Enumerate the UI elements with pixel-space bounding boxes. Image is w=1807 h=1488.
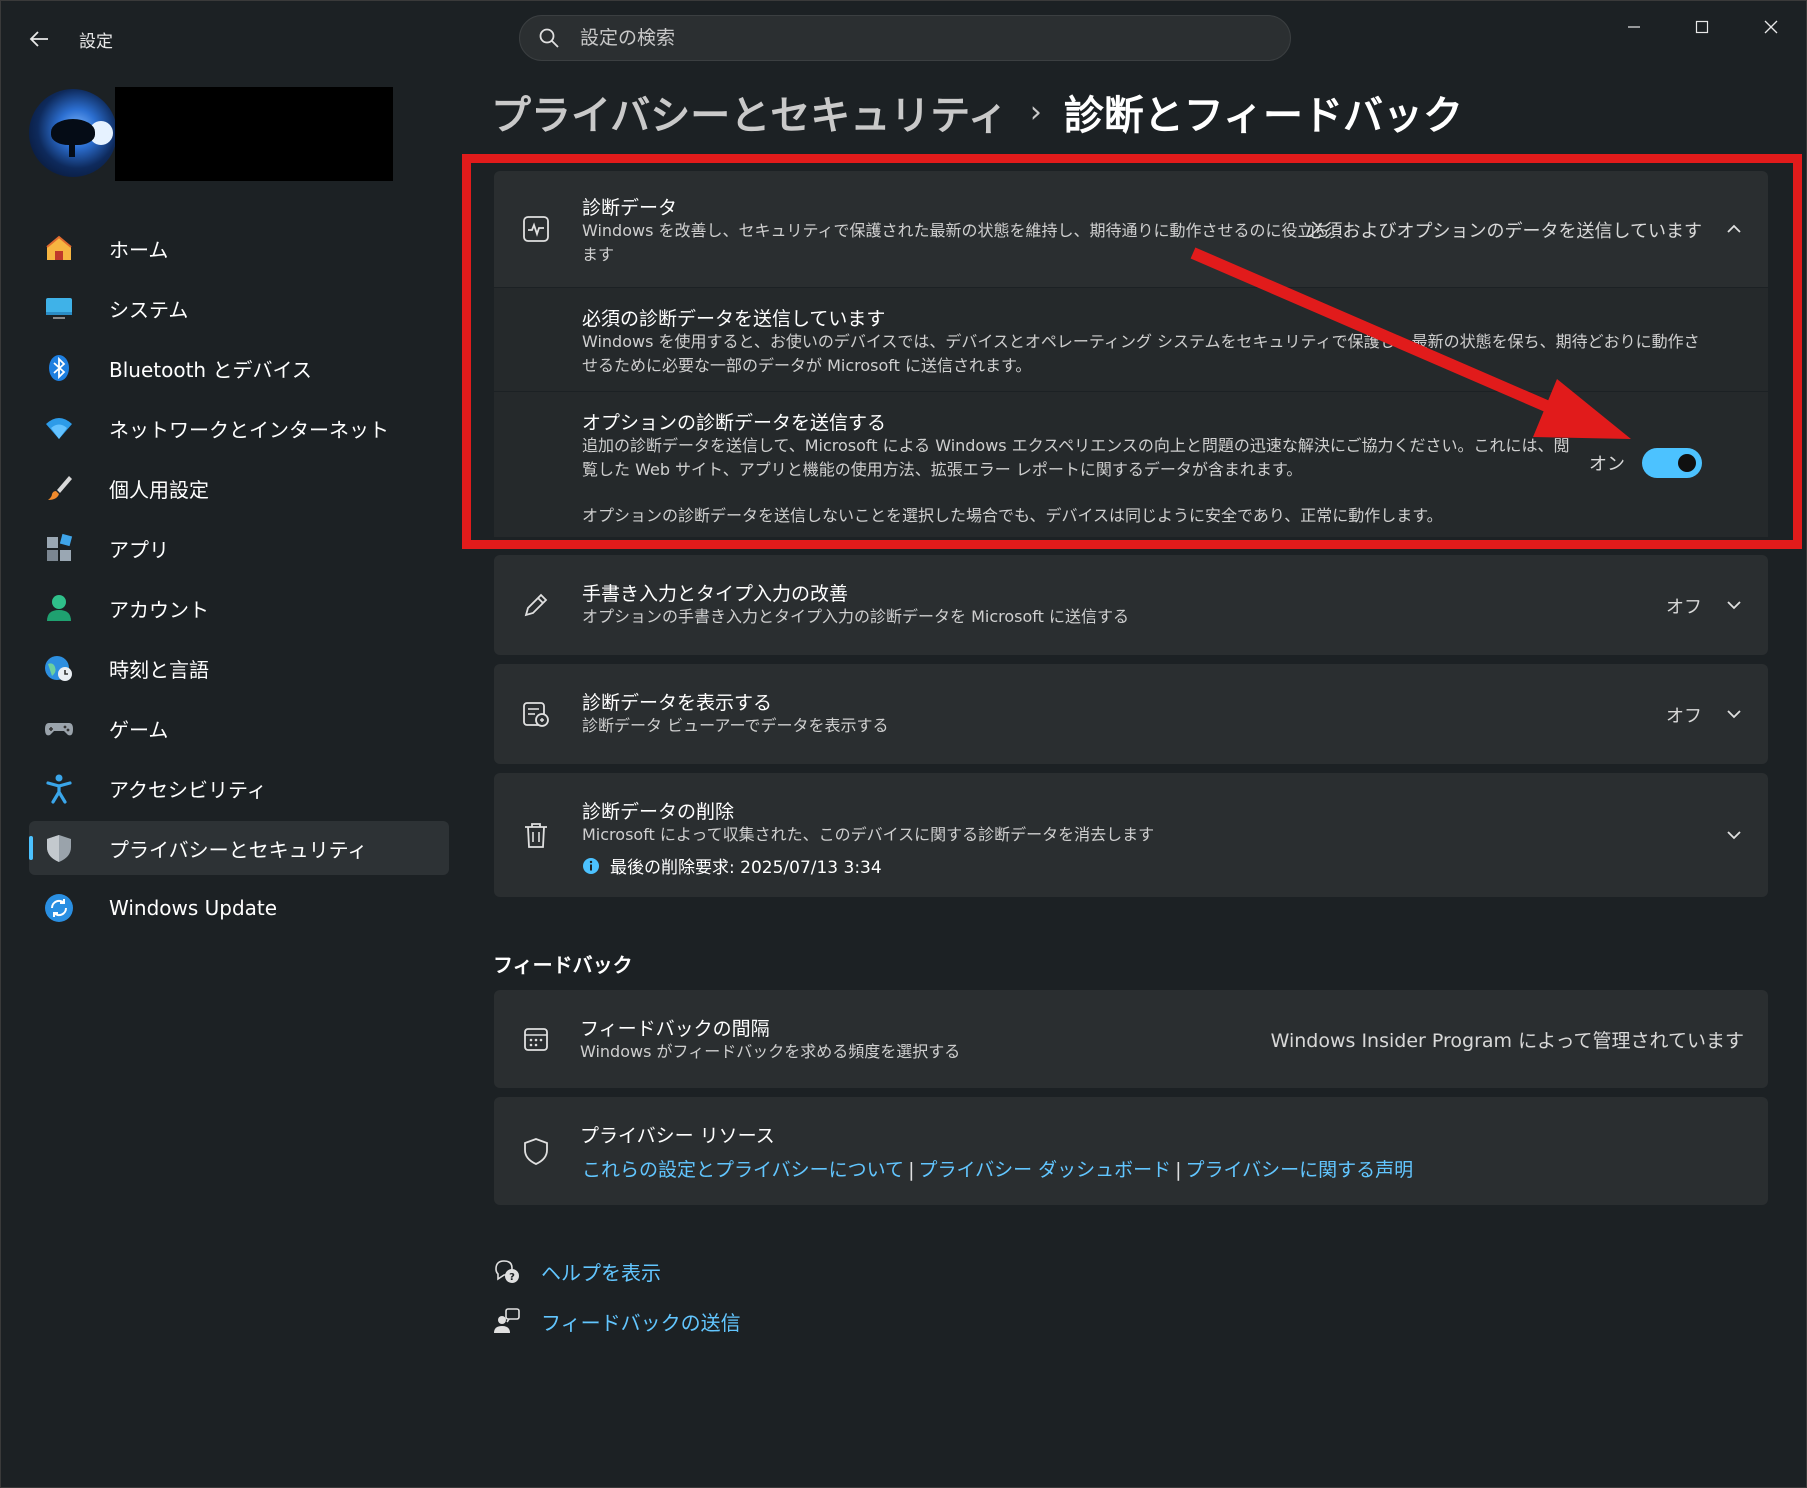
calendar-icon bbox=[520, 1023, 552, 1055]
privacy-resources-title: プライバシー リソース bbox=[580, 1125, 775, 1147]
send-feedback-link[interactable]: フィードバックの送信 bbox=[491, 1305, 741, 1337]
sidebar-item-gaming[interactable]: ゲーム bbox=[29, 701, 449, 755]
annotation-highlight-box bbox=[462, 154, 1802, 549]
delete-diagnostic-title: 診断データの削除 bbox=[582, 801, 735, 823]
shield-outline-icon bbox=[520, 1135, 552, 1167]
sidebar-item-apps[interactable]: アプリ bbox=[29, 521, 449, 575]
sidebar-item-bluetooth[interactable]: Bluetooth とデバイス bbox=[29, 341, 449, 395]
delete-diagnostic-card[interactable]: 診断データの削除 Microsoft によって収集された、このデバイスに関する診… bbox=[494, 773, 1768, 897]
search-icon bbox=[539, 28, 559, 48]
close-icon bbox=[1764, 20, 1778, 34]
paintbrush-icon bbox=[43, 472, 75, 504]
sidebar-item-windows-update[interactable]: Windows Update bbox=[29, 881, 449, 935]
help-link[interactable]: ? ヘルプを表示 bbox=[491, 1255, 661, 1287]
sidebar-item-label: 時刻と言語 bbox=[109, 657, 209, 682]
info-icon bbox=[583, 857, 599, 874]
sidebar-item-label: アプリ bbox=[109, 537, 169, 562]
sidebar-item-network[interactable]: ネットワークとインターネット bbox=[29, 401, 449, 455]
chevron-down-icon[interactable] bbox=[1722, 823, 1746, 847]
delete-diagnostic-desc: Microsoft によって収集された、このデバイスに関する診断データを消去しま… bbox=[582, 825, 1155, 844]
shield-icon bbox=[43, 832, 75, 864]
send-feedback-label: フィードバックの送信 bbox=[541, 1310, 741, 1335]
help-link-label: ヘルプを表示 bbox=[541, 1260, 661, 1285]
trash-icon bbox=[520, 819, 552, 851]
maximize-button[interactable] bbox=[1671, 9, 1733, 45]
sidebar-item-label: アカウント bbox=[109, 597, 209, 622]
wifi-icon bbox=[43, 412, 75, 444]
last-delete-text: 最後の削除要求: 2025/07/13 3:34 bbox=[610, 858, 882, 878]
page-title: 診断とフィードバック bbox=[1063, 93, 1464, 139]
handwriting-title: 手書き入力とタイプ入力の改善 bbox=[582, 583, 849, 605]
arrow-left-icon bbox=[29, 31, 48, 47]
sidebar-item-time-language[interactable]: 時刻と言語 bbox=[29, 641, 449, 695]
feedback-frequency-desc: Windows がフィードバックを求める頻度を選択する bbox=[580, 1042, 961, 1061]
sidebar-item-personalization[interactable]: 個人用設定 bbox=[29, 461, 449, 515]
feedback-person-icon bbox=[491, 1305, 523, 1337]
gamepad-icon bbox=[43, 712, 75, 744]
settings-window: 設定 ホーム システム bbox=[0, 0, 1807, 1488]
close-button[interactable] bbox=[1740, 9, 1802, 45]
app-title: 設定 bbox=[79, 32, 113, 52]
privacy-settings-link[interactable]: これらの設定とプライバシーについて bbox=[582, 1159, 904, 1181]
sidebar-item-label: Windows Update bbox=[109, 896, 278, 920]
apps-icon bbox=[43, 532, 75, 564]
redacted-account-name bbox=[115, 87, 393, 181]
feedback-frequency-card[interactable]: フィードバックの間隔 Windows がフィードバックを求める頻度を選択する W… bbox=[494, 990, 1768, 1088]
link-separator: | bbox=[1175, 1159, 1182, 1181]
sidebar-item-label: Bluetooth とデバイス bbox=[109, 357, 312, 382]
view-diagnostic-status: オフ bbox=[1666, 706, 1702, 727]
search-input[interactable] bbox=[580, 27, 1180, 49]
view-diagnostic-desc: 診断データ ビューアーでデータを表示する bbox=[582, 716, 889, 735]
privacy-dashboard-link[interactable]: プライバシー ダッシュボード bbox=[918, 1159, 1171, 1181]
view-diagnostic-card[interactable]: 診断データを表示する 診断データ ビューアーでデータを表示する オフ bbox=[494, 664, 1768, 764]
handwriting-status: オフ bbox=[1666, 597, 1702, 618]
minimize-icon bbox=[1628, 26, 1640, 28]
chevron-down-icon[interactable] bbox=[1722, 702, 1746, 726]
link-separator: | bbox=[908, 1159, 915, 1181]
avatar[interactable] bbox=[29, 89, 117, 177]
feedback-section-heading: フィードバック bbox=[493, 953, 633, 977]
feedback-frequency-status: Windows Insider Program によって管理されています bbox=[1270, 1030, 1744, 1052]
feedback-frequency-title: フィードバックの間隔 bbox=[580, 1018, 770, 1040]
back-button[interactable] bbox=[23, 23, 55, 55]
person-icon bbox=[43, 592, 75, 624]
svg-text:?: ? bbox=[509, 1272, 515, 1283]
minimize-button[interactable] bbox=[1603, 9, 1665, 45]
breadcrumb: プライバシーとセキュリティ › 診断とフィードバック bbox=[491, 83, 1463, 141]
sidebar-item-label: アクセシビリティ bbox=[109, 777, 267, 802]
home-icon bbox=[43, 232, 75, 264]
privacy-resources-card: プライバシー リソース これらの設定とプライバシーについて | プライバシー ダッシ… bbox=[494, 1097, 1768, 1205]
sidebar-item-label: ゲーム bbox=[109, 717, 169, 742]
privacy-resources-links: これらの設定とプライバシーについて | プライバシー ダッシュボード | プライバシーに… bbox=[582, 1155, 1413, 1182]
sidebar-item-label: ホーム bbox=[109, 237, 169, 262]
last-delete-info: 最後の削除要求: 2025/07/13 3:34 bbox=[582, 853, 882, 878]
accessibility-icon bbox=[43, 772, 75, 804]
globe-clock-icon bbox=[43, 652, 75, 684]
monitor-icon bbox=[43, 292, 75, 324]
sidebar-item-label: プライバシーとセキュリティ bbox=[109, 837, 368, 862]
handwriting-desc: オプションの手書き入力とタイプ入力の診断データを Microsoft に送信する bbox=[582, 607, 1129, 626]
breadcrumb-separator: › bbox=[1029, 94, 1042, 130]
sidebar-item-system[interactable]: システム bbox=[29, 281, 449, 335]
sidebar-nav: ホーム システム Bluetooth とデバイス ネットワークとインターネット … bbox=[29, 221, 449, 941]
chevron-down-icon[interactable] bbox=[1722, 593, 1746, 617]
maximize-icon bbox=[1695, 20, 1709, 34]
sidebar-item-privacy-security[interactable]: プライバシーとセキュリティ bbox=[29, 821, 449, 875]
sidebar-item-label: システム bbox=[109, 297, 189, 322]
handwriting-typing-card[interactable]: 手書き入力とタイプ入力の改善 オプションの手書き入力とタイプ入力の診断データを … bbox=[494, 555, 1768, 655]
privacy-statement-link[interactable]: プライバシーに関する声明 bbox=[1186, 1159, 1414, 1181]
breadcrumb-parent[interactable]: プライバシーとセキュリティ bbox=[491, 83, 1008, 141]
data-viewer-icon bbox=[520, 698, 552, 730]
sidebar-item-accessibility[interactable]: アクセシビリティ bbox=[29, 761, 449, 815]
sidebar-item-accounts[interactable]: アカウント bbox=[29, 581, 449, 635]
sidebar-item-label: ネットワークとインターネット bbox=[109, 417, 389, 442]
search-box[interactable] bbox=[519, 15, 1291, 61]
pen-icon bbox=[520, 589, 552, 621]
help-chat-icon: ? bbox=[491, 1255, 523, 1287]
view-diagnostic-title: 診断データを表示する bbox=[582, 692, 773, 714]
sidebar-item-home[interactable]: ホーム bbox=[29, 221, 449, 275]
sidebar-item-label: 個人用設定 bbox=[109, 477, 209, 502]
bluetooth-icon bbox=[43, 352, 75, 384]
sync-icon bbox=[43, 892, 75, 924]
